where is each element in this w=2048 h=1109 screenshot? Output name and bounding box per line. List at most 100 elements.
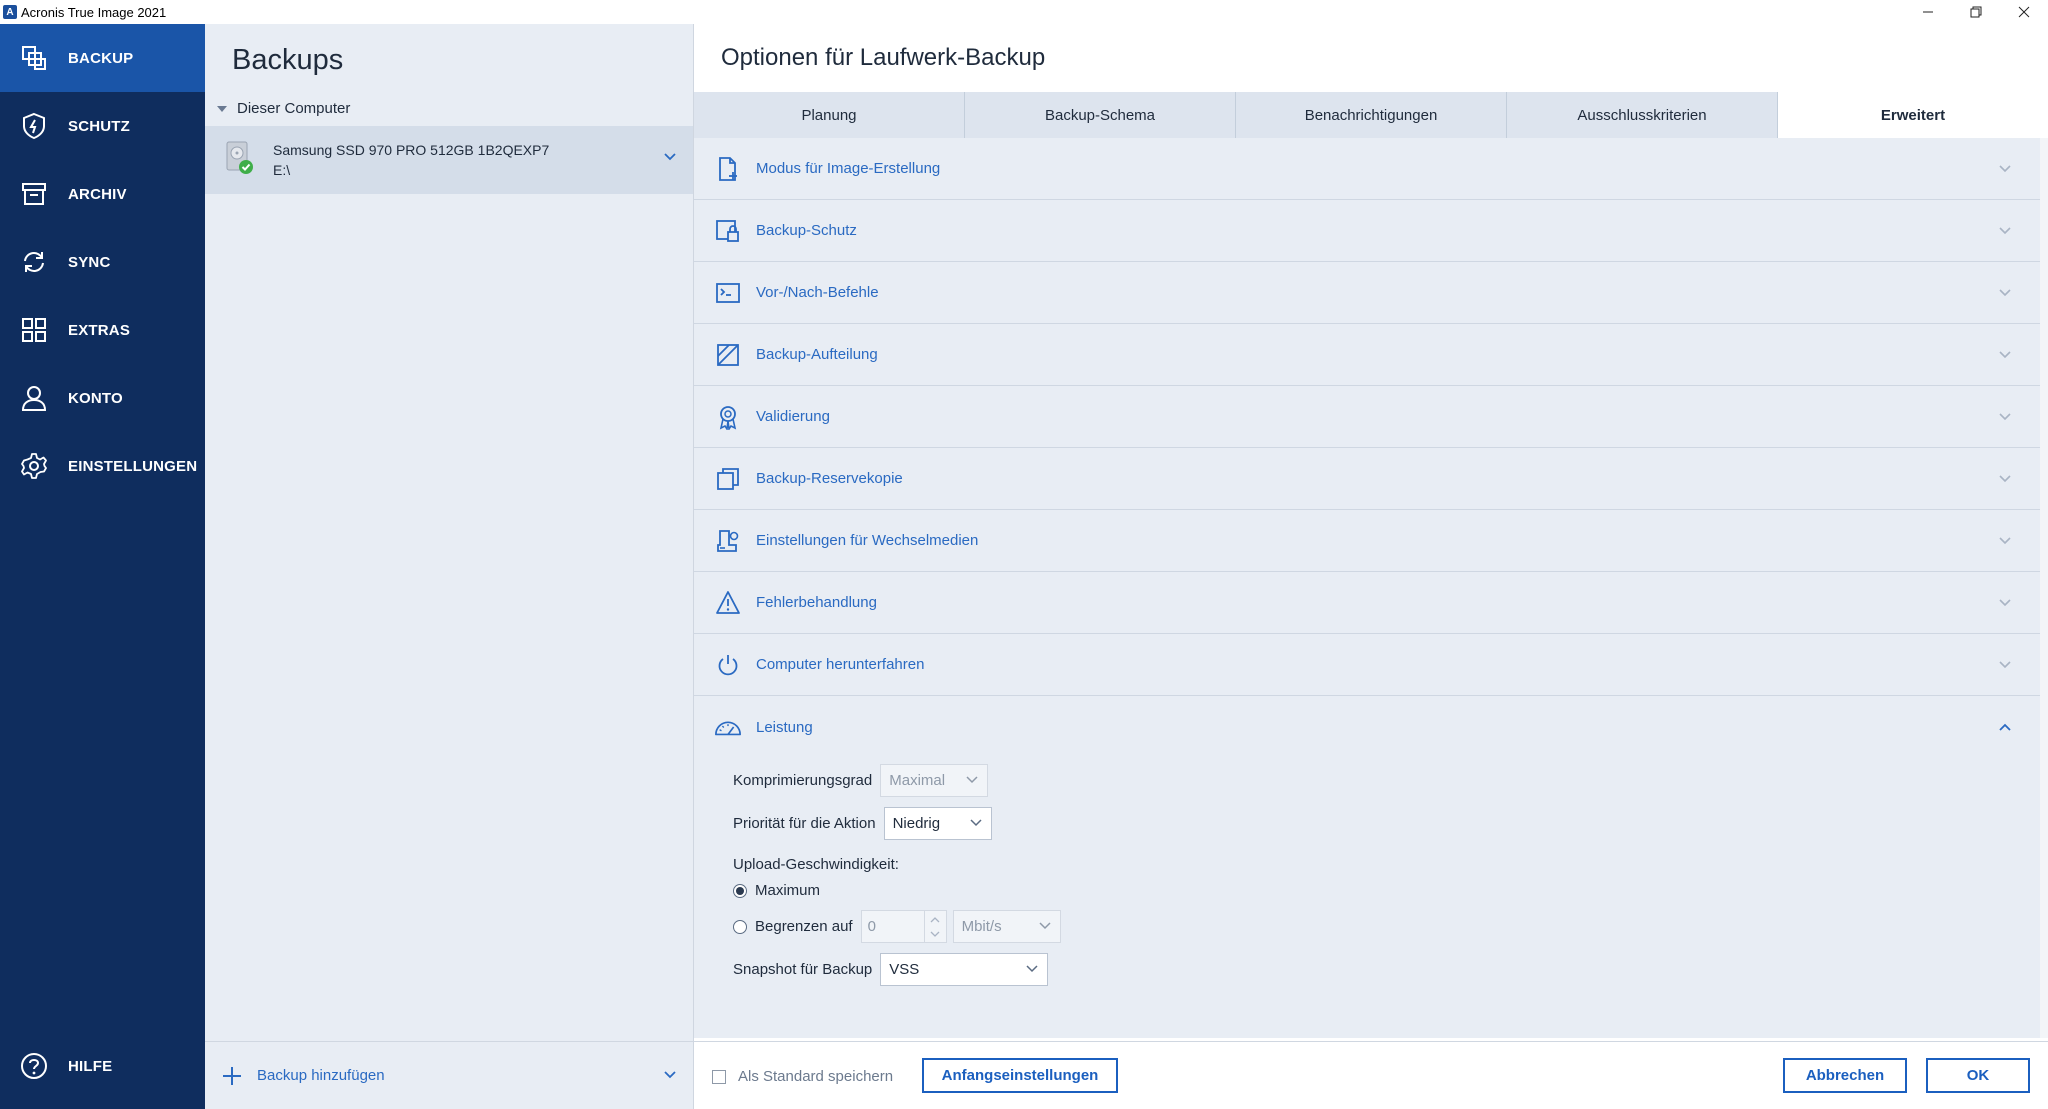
compression-select[interactable]: Maximal xyxy=(880,764,989,797)
section-image-mode[interactable]: Modus für Image-Erstellung xyxy=(694,138,2040,200)
performance-settings: Komprimierungsgrad Maximal Priorität für… xyxy=(694,694,2040,1038)
backup-item-name: Samsung SSD 970 PRO 512GB 1B2QEXP7 xyxy=(273,142,550,158)
radio-maximum-label: Maximum xyxy=(755,882,821,899)
chevron-down-icon[interactable] xyxy=(663,1070,677,1080)
priority-row: Priorität für die Aktion Niedrig xyxy=(733,807,992,840)
chevron-down-icon xyxy=(1039,922,1051,930)
section-label: Validierung xyxy=(756,408,830,425)
chevron-down-icon xyxy=(970,819,982,827)
tab-backup-schema[interactable]: Backup-Schema xyxy=(965,92,1236,138)
plus-icon[interactable] xyxy=(221,1065,243,1087)
nav-item-konto[interactable]: KONTO xyxy=(0,364,205,432)
save-as-default-label[interactable]: Als Standard speichern xyxy=(738,1068,893,1085)
add-backup-button[interactable]: Backup hinzufügen xyxy=(257,1067,385,1084)
nav-item-hilfe[interactable]: HILFE xyxy=(0,1032,205,1100)
priority-select[interactable]: Niedrig xyxy=(883,807,992,840)
chevron-down-icon xyxy=(1999,288,2011,296)
options-scrollbar[interactable] xyxy=(2040,138,2048,1038)
priority-label: Priorität für die Aktion xyxy=(733,815,876,832)
computer-group-label: Dieser Computer xyxy=(237,100,351,117)
section-backup-reserve-copy[interactable]: Backup-Reservekopie xyxy=(694,448,2040,510)
section-removable-media[interactable]: Einstellungen für Wechselmedien xyxy=(694,510,2040,572)
section-label: Backup-Schutz xyxy=(756,222,857,239)
spin-up-icon[interactable] xyxy=(930,916,940,923)
section-validation[interactable]: Validierung xyxy=(694,386,2040,448)
nav-item-schutz[interactable]: SCHUTZ xyxy=(0,92,205,160)
cancel-button[interactable]: Abbrechen xyxy=(1783,1058,1907,1093)
section-pre-post-commands[interactable]: Vor-/Nach-Befehle xyxy=(694,262,2040,324)
backup-icon xyxy=(19,43,49,73)
section-backup-protection[interactable]: Backup-Schutz xyxy=(694,200,2040,262)
tab-ausschlusskriterien[interactable]: Ausschlusskriterien xyxy=(1507,92,1778,138)
backup-item-path: E:\ xyxy=(273,162,291,178)
nav-label: EXTRAS xyxy=(68,321,131,339)
chevron-down-icon xyxy=(1999,412,2011,420)
nav-item-sync[interactable]: SYNC xyxy=(0,228,205,296)
gear-icon xyxy=(19,451,49,481)
radio-maximum-row[interactable]: Maximum xyxy=(733,882,820,899)
spin-down-icon[interactable] xyxy=(930,931,940,938)
snapshot-label: Snapshot für Backup xyxy=(733,961,873,978)
tab-benachrichtigungen[interactable]: Benachrichtigungen xyxy=(1236,92,1507,138)
save-as-default-checkbox[interactable] xyxy=(712,1070,726,1084)
nav-item-backup[interactable]: BACKUP xyxy=(0,24,205,92)
nav-label: SCHUTZ xyxy=(68,117,131,135)
radio-limit[interactable] xyxy=(733,919,747,934)
app-logo-icon: A xyxy=(3,5,17,19)
nav-label: ARCHIV xyxy=(68,185,127,203)
copy-icon xyxy=(714,465,742,493)
snapshot-value: VSS xyxy=(889,961,920,978)
nav-item-einstellungen[interactable]: EINSTELLUNGEN xyxy=(0,432,205,500)
nav-item-archiv[interactable]: ARCHIV xyxy=(0,160,205,228)
user-icon xyxy=(19,383,49,413)
chevron-down-icon xyxy=(1999,350,2011,358)
power-icon xyxy=(714,651,742,679)
upload-speed-label-row: Upload-Geschwindigkeit: xyxy=(733,856,899,873)
options-title: Optionen für Laufwerk-Backup xyxy=(721,44,1046,71)
radio-selected-dot xyxy=(736,886,744,895)
chevron-down-icon xyxy=(1999,536,2011,544)
minimize-button[interactable] xyxy=(1904,0,1952,24)
nav-label: KONTO xyxy=(68,389,123,407)
computer-group-header[interactable]: Dieser Computer xyxy=(217,100,350,117)
section-shutdown-computer[interactable]: Computer herunterfahren xyxy=(694,634,2040,696)
upload-speed-label: Upload-Geschwindigkeit: xyxy=(733,856,899,873)
limit-spinner[interactable] xyxy=(924,910,947,943)
limit-value: 0 xyxy=(867,918,876,935)
removable-media-icon xyxy=(714,527,742,555)
minimize-icon xyxy=(1923,11,1933,13)
restore-button[interactable] xyxy=(1952,0,2000,24)
section-label: Computer herunterfahren xyxy=(756,656,925,673)
limit-value-input[interactable]: 0 xyxy=(860,910,925,943)
nav-label: EINSTELLUNGEN xyxy=(68,457,198,475)
reset-defaults-button[interactable]: Anfangseinstellungen xyxy=(922,1058,1118,1093)
section-error-handling[interactable]: Fehlerbehandlung xyxy=(694,572,2040,634)
tab-planung[interactable]: Planung xyxy=(694,92,965,138)
limit-unit-select[interactable]: Mbit/s xyxy=(952,910,1061,943)
radio-limit-row: Begrenzen auf 0 Mbit/s xyxy=(733,910,1061,943)
file-add-icon xyxy=(714,155,742,183)
radio-limit-label[interactable]: Begrenzen auf xyxy=(755,918,853,935)
chevron-down-icon[interactable] xyxy=(663,152,677,162)
tab-erweitert[interactable]: Erweitert xyxy=(1778,92,2048,138)
grid-icon xyxy=(19,315,49,345)
close-button[interactable] xyxy=(2000,0,2048,24)
section-label: Fehlerbehandlung xyxy=(756,594,877,611)
ok-button[interactable]: OK xyxy=(1926,1058,2030,1093)
backup-list-item[interactable]: Samsung SSD 970 PRO 512GB 1B2QEXP7 E:\ xyxy=(205,126,693,194)
chevron-down-icon xyxy=(1999,660,2011,668)
snapshot-select[interactable]: VSS xyxy=(880,953,1049,986)
section-label: Modus für Image-Erstellung xyxy=(756,160,941,177)
section-label: Backup-Aufteilung xyxy=(756,346,878,363)
window-controls xyxy=(1904,0,2048,24)
window-title: Acronis True Image 2021 xyxy=(21,4,167,20)
nav-item-extras[interactable]: EXTRAS xyxy=(0,296,205,364)
section-backup-split[interactable]: Backup-Aufteilung xyxy=(694,324,2040,386)
advanced-options-list: Modus für Image-Erstellung Backup-Schutz… xyxy=(694,138,2040,1038)
sync-icon xyxy=(19,247,49,277)
page-title: Backups xyxy=(232,44,344,76)
caret-down-icon xyxy=(217,105,227,112)
radio-maximum[interactable] xyxy=(733,883,747,898)
backups-panel: Backups Dieser Computer Samsung SSD 970 … xyxy=(205,24,694,1109)
title-bar: A Acronis True Image 2021 xyxy=(0,0,2048,24)
